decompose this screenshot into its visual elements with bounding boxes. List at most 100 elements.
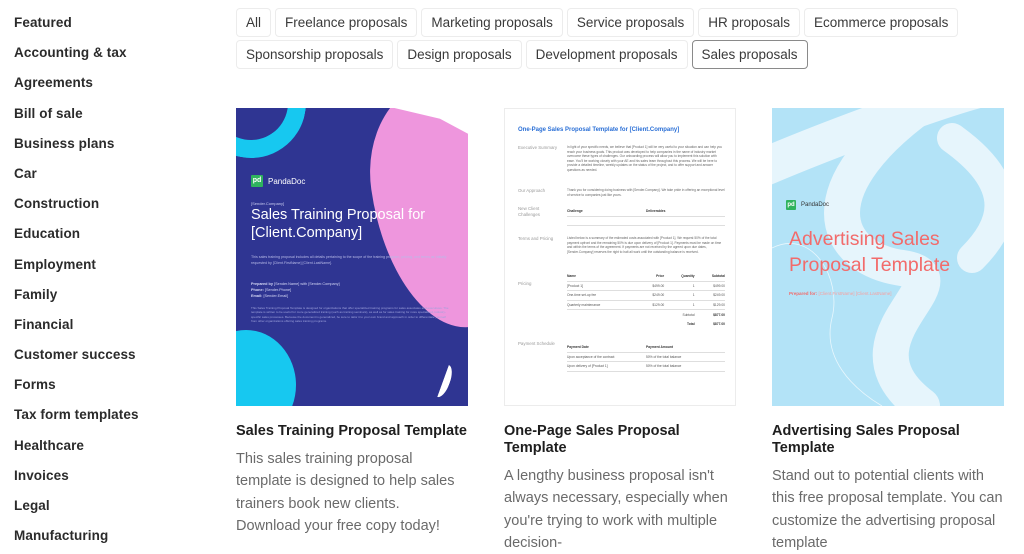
template-card-one-page-sales: One-Page Sales Proposal Template for [Cl… [504, 108, 736, 554]
sidebar-item-construction[interactable]: Construction [14, 194, 214, 224]
section-label: Pricing [518, 281, 532, 286]
table-header-row: Payment Date Payment Amount [567, 343, 725, 353]
sidebar-item-forms[interactable]: Forms [14, 375, 214, 405]
table-header: Subtotal [711, 274, 726, 279]
table-cell: $249.00 [713, 293, 726, 298]
pandadoc-logo-icon: pd [251, 175, 263, 187]
card-description: A lengthy business proposal isn't always… [504, 468, 728, 551]
email-value: [Sender.Email] [263, 294, 289, 298]
thumbnail-heading: Sales Training Proposal for [Client.Comp… [251, 207, 426, 241]
prepared-for-label: Prepared for: [789, 291, 818, 296]
sidebar-item-featured[interactable]: Featured [14, 13, 214, 43]
sidebar-item-employment[interactable]: Employment [14, 255, 214, 285]
filter-chip-service[interactable]: Service proposals [566, 8, 695, 37]
sidebar-item-accounting-tax[interactable]: Accounting & tax [14, 43, 214, 73]
brand-name: PandaDoc [801, 202, 830, 208]
payment-schedule-table: Payment Date Payment Amount Upon accepta… [567, 343, 725, 372]
table-cell: 1 [692, 283, 695, 288]
table-header: Name [567, 274, 576, 279]
filter-chip-row: All Freelance proposals Marketing propos… [236, 8, 996, 37]
filter-chip-hr[interactable]: HR proposals [698, 8, 801, 37]
template-card-advertising-sales: pd PandaDoc Advertising Sales Proposal T… [772, 108, 1004, 554]
card-title[interactable]: Advertising Sales Proposal Template [772, 423, 1004, 457]
filter-chip-development[interactable]: Development proposals [525, 40, 688, 69]
sidebar-item-invoices[interactable]: Invoices [14, 466, 214, 496]
sidebar-item-education[interactable]: Education [14, 224, 214, 254]
table-header: Deliverables [646, 209, 666, 214]
filter-chip-design[interactable]: Design proposals [397, 40, 522, 69]
total-row: Total $877.00 [567, 320, 725, 330]
pandadoc-logo: pd PandaDoc [786, 200, 829, 210]
table-cell: $129.00 [713, 302, 726, 307]
subtotal-label: Subtotal [682, 312, 695, 317]
table-cell: $249.00 [652, 293, 665, 298]
sidebar-item-business-plans[interactable]: Business plans [14, 134, 214, 164]
table-cell: 1 [692, 302, 695, 307]
sidebar-item-bill-of-sale[interactable]: Bill of sale [14, 104, 214, 134]
sidebar-item-manufacturing[interactable]: Manufacturing [14, 526, 214, 554]
section-label: Terms and Pricing [518, 236, 554, 241]
thumbnail-intro: This sales training proposal includes al… [251, 255, 447, 265]
filter-chip-all[interactable]: All [236, 8, 272, 37]
table-cell: Upon delivery of [Product 1] [567, 364, 608, 369]
sidebar-item-tax-form-templates[interactable]: Tax form templates [14, 405, 214, 435]
thumbnail-fine-print: This Sales Training Proposal Template is… [251, 306, 449, 324]
decorative-cyan-circle [236, 330, 296, 406]
subtotal-value: $877.00 [713, 312, 726, 317]
total-value: $877.00 [713, 322, 726, 327]
filter-chip-freelance[interactable]: Freelance proposals [275, 8, 418, 37]
filter-chip-sales-active[interactable]: Sales proposals [691, 40, 808, 69]
filter-chip-sponsorship[interactable]: Sponsorship proposals [236, 40, 394, 69]
sidebar-item-healthcare[interactable]: Healthcare [14, 436, 214, 466]
table-cell: [Product 1] [567, 283, 583, 288]
prepared-for-value: [Client.FirstName] [Client.LastName] [818, 291, 892, 296]
prepared-for: Prepared for: [Client.FirstName] [Client… [789, 291, 892, 296]
table-cell: 50% of the total balance [646, 354, 682, 359]
email-label: Email: [251, 294, 263, 298]
thumbnail-heading: One-Page Sales Proposal Template for [Cl… [518, 127, 680, 133]
section-text: Listed below is a summary of the estimat… [567, 236, 722, 254]
filter-chip-marketing[interactable]: Marketing proposals [421, 8, 563, 37]
section-label: Payment Schedule [518, 341, 555, 346]
template-card-sales-training: pd PandaDoc [Sender.Company] Sales Train… [236, 108, 468, 537]
card-title[interactable]: One-Page Sales Proposal Template [504, 423, 736, 457]
phone-value: [Sender.Phone] [264, 288, 292, 292]
decorative-white-hook [430, 362, 456, 400]
table-header: Challenge [567, 209, 583, 214]
table-cell: $129.00 [652, 302, 665, 307]
sidebar-item-customer-success[interactable]: Customer success [14, 345, 214, 375]
template-thumbnail[interactable]: One-Page Sales Proposal Template for [Cl… [504, 108, 736, 406]
sidebar-item-financial[interactable]: Financial [14, 315, 214, 345]
table-header-row: Challenge Deliverables [567, 207, 725, 217]
section-text: Thank you for considering doing business… [567, 188, 725, 197]
pandadoc-logo-icon: pd [786, 200, 796, 210]
card-title[interactable]: Sales Training Proposal Template [236, 423, 468, 440]
filter-chip-ecommerce[interactable]: Ecommerce proposals [804, 8, 959, 37]
total-label: Total [686, 322, 695, 327]
section-label: New Client Challenges [518, 206, 540, 217]
table-header: Payment Amount [646, 345, 673, 350]
table-row: Upon acceptance of the contract 50% of t… [567, 353, 725, 362]
section-label: Our Approach [518, 188, 546, 193]
thumbnail-heading: Advertising Sales Proposal Template [789, 228, 951, 276]
card-description: This sales training proposal template is… [236, 451, 455, 534]
template-thumbnail[interactable]: pd PandaDoc [Sender.Company] Sales Train… [236, 108, 468, 406]
filter-chips: All Freelance proposals Marketing propos… [236, 8, 996, 72]
sidebar-item-car[interactable]: Car [14, 164, 214, 194]
pandadoc-logo: pd PandaDoc [251, 175, 305, 187]
section-label: Executive Summary [518, 145, 558, 150]
sidebar-item-family[interactable]: Family [14, 285, 214, 315]
sidebar-item-legal[interactable]: Legal [14, 496, 214, 526]
filter-chip-row: Sponsorship proposals Design proposals D… [236, 40, 996, 69]
table-row: [Product 1] $499.00 1 $499.00 [567, 282, 725, 291]
table-cell: Upon acceptance of the contract [567, 354, 615, 359]
table-row: Upon delivery of [Product 1] 50% of the … [567, 362, 725, 372]
challenges-table: Challenge Deliverables [567, 207, 725, 226]
template-thumbnail[interactable]: pd PandaDoc Advertising Sales Proposal T… [772, 108, 1004, 406]
subtotal-row: Subtotal $877.00 [567, 310, 726, 320]
table-header-row: Name Price Quantity Subtotal [567, 272, 725, 282]
sidebar-item-agreements[interactable]: Agreements [14, 73, 214, 103]
table-row: Quarterly maintenance $129.00 1 $129.00 [567, 301, 726, 310]
thumbnail-meta: Prepared by [Sender.Name] with [Sender.C… [251, 281, 340, 299]
prepared-by-value: [Sender.Name] with [Sender.Company] [274, 282, 340, 286]
